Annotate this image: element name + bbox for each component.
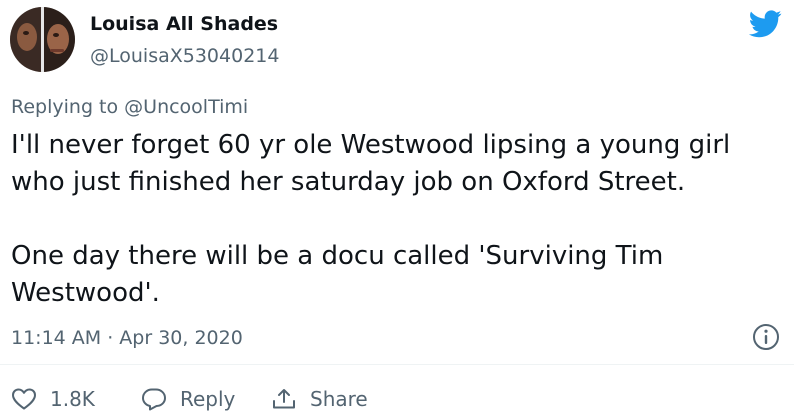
tweet-timestamp[interactable]: 11:14 AM · Apr 30, 2020	[11, 327, 243, 349]
speech-bubble-icon	[142, 388, 166, 411]
author-handle[interactable]: @LouisaX53040214	[90, 45, 279, 67]
info-icon[interactable]	[752, 323, 780, 351]
like-count: 1.8K	[50, 387, 95, 411]
reply-button[interactable]: Reply	[141, 380, 235, 418]
tweet-text: I'll never forget 60 yr ole Westwood lip…	[11, 127, 781, 312]
twitter-bird-icon[interactable]	[749, 10, 782, 38]
author-name[interactable]: Louisa All Shades	[90, 13, 278, 35]
replying-to[interactable]: Replying to @UncoolTimi	[11, 96, 248, 118]
tweet-paragraph: I'll never forget 60 yr ole Westwood lip…	[11, 130, 731, 197]
share-upload-icon	[273, 389, 295, 409]
reply-label: Reply	[180, 387, 236, 411]
avatar[interactable]	[10, 7, 75, 72]
like-button[interactable]: 1.8K	[11, 380, 95, 418]
heart-icon	[12, 388, 36, 410]
share-button[interactable]: Share	[271, 380, 368, 418]
share-label: Share	[310, 387, 368, 411]
tweet-paragraph: One day there will be a docu called 'Sur…	[11, 241, 664, 308]
divider	[0, 364, 794, 365]
